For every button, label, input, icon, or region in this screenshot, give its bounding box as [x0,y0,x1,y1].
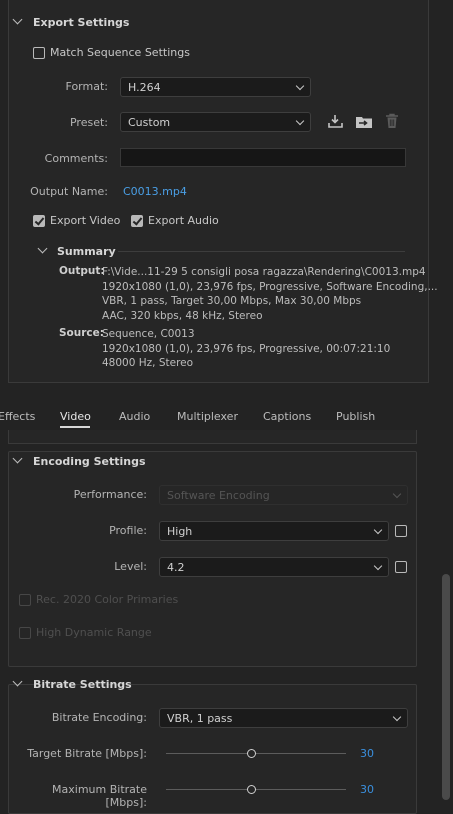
format-label: Format: [65,80,108,93]
level-dropdown[interactable]: 4.2 [159,557,389,577]
tab-audio[interactable]: Audio [119,410,150,423]
target-bitrate-slider[interactable] [166,753,346,754]
chevron-down-icon [392,489,402,499]
summary-source-label: Source: [59,327,104,339]
target-bitrate-label: Target Bitrate [Mbps]: [27,747,147,760]
preset-value: Custom [128,116,171,129]
target-bitrate-value[interactable]: 30 [360,747,374,760]
bitrate-encoding-dropdown[interactable]: VBR, 1 pass [159,708,408,728]
chevron-down-icon [392,712,402,722]
bitrate-settings-title: Bitrate Settings [33,678,132,691]
profile-value: High [167,525,193,538]
format-dropdown[interactable]: H.264 [120,77,311,97]
performance-label: Performance: [73,488,147,501]
tab-multiplexer[interactable]: Multiplexer [177,410,238,423]
chevron-down-icon [373,561,383,571]
match-sequence-checkbox[interactable] [33,47,45,59]
tab-video[interactable]: Video [60,410,91,423]
import-preset-icon[interactable] [355,114,373,129]
export-audio-label: Export Audio [148,214,219,227]
rec2020-checkbox[interactable] [19,594,31,606]
scrollbar-thumb[interactable] [442,574,450,800]
summary-source-text: Sequence, C0013 1920x1080 (1,0), 23,976 … [102,328,391,369]
rec2020-label: Rec. 2020 Color Primaries [36,593,179,606]
comments-label: Comments: [44,152,108,165]
output-name-label: Output Name: [30,185,108,198]
summary-divider [118,251,405,252]
level-sync-checkbox[interactable] [395,561,407,573]
hdr-checkbox[interactable] [19,627,31,639]
hdr-label: High Dynamic Range [36,626,152,639]
tab-captions[interactable]: Captions [263,410,311,423]
output-name-link[interactable]: C0013.mp4 [123,185,187,198]
preset-dropdown[interactable]: Custom [120,112,311,132]
max-bitrate-thumb[interactable] [247,785,256,794]
max-bitrate-label: Maximum Bitrate [Mbps]: [52,783,147,809]
encoding-settings-title: Encoding Settings [33,455,146,468]
match-sequence-label: Match Sequence Settings [50,46,190,59]
level-label: Level: [114,560,147,573]
save-preset-icon[interactable] [327,114,344,129]
bitrate-encoding-value: VBR, 1 pass [167,712,233,725]
performance-value: Software Encoding [167,489,270,502]
summary-title: Summary [57,245,116,258]
chevron-down-icon [373,525,383,535]
preset-label: Preset: [69,116,108,129]
summary-output-label: Output: [59,265,105,277]
export-audio-checkbox[interactable] [131,215,143,227]
tab-video-underline [60,426,90,428]
chevron-down-icon [295,116,305,126]
chevron-down-icon [295,81,305,91]
comments-input[interactable] [120,148,406,167]
profile-dropdown[interactable]: High [159,521,389,541]
export-video-label: Export Video [50,214,121,227]
delete-preset-icon[interactable] [384,113,400,129]
export-settings-title: Export Settings [33,16,130,29]
format-value: H.264 [128,81,161,94]
tab-effects[interactable]: Effects [0,410,35,423]
previous-panel-edge [8,430,417,444]
summary-output-text: F:\Vide...11-29 5 consigli posa ragazza\… [102,266,438,322]
performance-dropdown: Software Encoding [159,485,408,505]
tab-publish[interactable]: Publish [336,410,375,423]
max-bitrate-slider[interactable] [166,789,346,790]
profile-sync-checkbox[interactable] [395,525,407,537]
target-bitrate-thumb[interactable] [247,749,256,758]
level-value: 4.2 [167,561,185,574]
export-video-checkbox[interactable] [33,215,45,227]
max-bitrate-value[interactable]: 30 [360,783,374,796]
profile-label: Profile: [109,524,147,537]
bitrate-encoding-label: Bitrate Encoding: [51,711,147,724]
